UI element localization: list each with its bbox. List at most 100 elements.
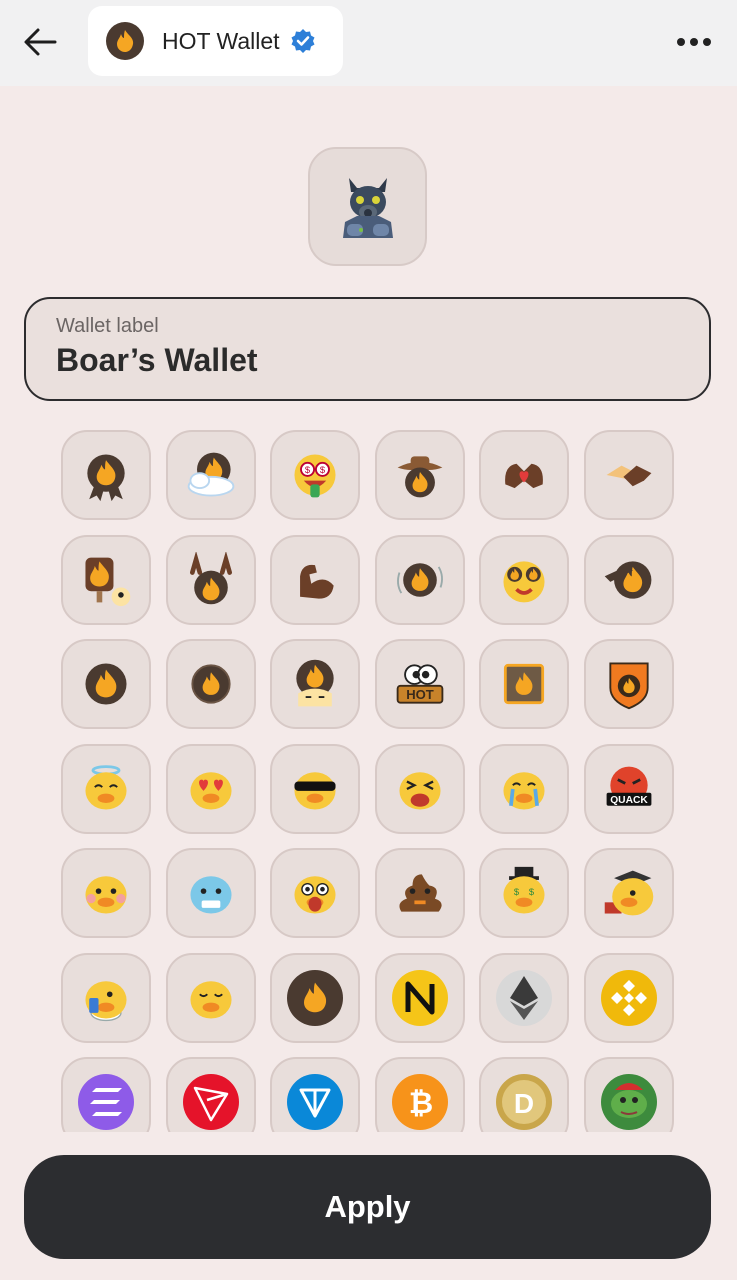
fire-cloud-icon	[187, 452, 234, 497]
avatar-option-crying-duck[interactable]	[479, 743, 569, 834]
arrow-left-icon	[24, 28, 57, 56]
avatar-option-fire-shield[interactable]	[583, 639, 674, 729]
avatar-option-rock-hands-fire[interactable]	[165, 534, 256, 625]
shocked-duck-icon	[294, 876, 336, 914]
selected-avatar[interactable]	[308, 147, 427, 266]
crying-duck-icon	[503, 771, 545, 810]
ethereum-coin-icon	[496, 969, 552, 1026]
avatar-option-fire-coin-small[interactable]	[165, 639, 256, 729]
app-title-pill[interactable]: HOT Wallet	[88, 6, 343, 76]
more-dot	[690, 38, 698, 46]
bitcoin-coin-icon: ₿	[391, 1074, 448, 1130]
avatar-option-solana-coin[interactable]	[61, 1057, 151, 1132]
svg-text:$: $	[305, 465, 311, 475]
rock-hands-fire-icon	[189, 551, 232, 604]
ton-coin-icon	[287, 1074, 343, 1130]
hot-sign-eyes-icon: HOT	[396, 664, 443, 704]
verified-badge-icon	[290, 28, 316, 54]
near-coin-icon	[391, 969, 448, 1026]
back-button[interactable]	[20, 22, 60, 62]
avatar-option-fire-ribbon[interactable]	[61, 430, 151, 520]
avatar-option-praying-duck[interactable]	[165, 952, 256, 1043]
sunglasses-duck-icon	[294, 771, 336, 810]
avatar-option-near-coin[interactable]	[374, 952, 465, 1043]
bnb-coin-icon	[600, 969, 657, 1026]
avatar-option-fire-sign-duck[interactable]	[61, 534, 151, 625]
top-bar: HOT Wallet	[0, 0, 737, 86]
boar-gasmask-icon	[342, 177, 393, 238]
tron-coin-icon	[182, 1074, 239, 1130]
svg-text:QUACK: QUACK	[610, 795, 648, 806]
solana-coin-icon	[78, 1074, 134, 1130]
avatar-option-angel-duck[interactable]	[61, 743, 151, 834]
avatar-option-tron-coin[interactable]	[165, 1057, 256, 1132]
avatar-option-pepe-coin[interactable]	[583, 1057, 674, 1132]
avatar-option-flexed-biceps[interactable]	[270, 534, 360, 625]
svg-text:$: $	[529, 887, 535, 897]
toilet-duck-icon	[85, 980, 127, 1021]
avatar-option-poop-duck[interactable]	[374, 848, 465, 938]
avatar-option-ton-coin[interactable]	[270, 1057, 360, 1132]
avatar-option-angry-quack[interactable]: QUACK	[583, 743, 674, 834]
fire-coin-small-icon	[190, 664, 231, 704]
svg-text:$: $	[320, 465, 326, 475]
avatar-option-bnb-coin[interactable]	[583, 952, 674, 1043]
avatar-option-heart-hands[interactable]	[479, 430, 569, 520]
pepe-coin-icon	[600, 1074, 657, 1130]
apply-button[interactable]: Apply	[24, 1155, 711, 1259]
flexed-biceps-icon	[300, 564, 334, 599]
salute-fire-icon	[604, 560, 651, 599]
avatar-option-spinning-fire-coin[interactable]	[374, 534, 465, 625]
money-eyes-face-icon: $ $	[294, 454, 336, 498]
avatar-option-peeking-fire[interactable]	[270, 639, 360, 729]
praying-duck-icon	[189, 980, 232, 1019]
svg-text:₿: ₿	[408, 1087, 432, 1120]
fire-square-icon	[503, 663, 545, 705]
avatar-option-toilet-duck[interactable]	[61, 952, 151, 1043]
handshake-icon	[606, 465, 651, 487]
fire-sign-duck-icon	[85, 557, 131, 606]
avatar-option-handshake[interactable]	[583, 430, 674, 520]
app-title: HOT Wallet	[162, 27, 280, 54]
freezing-duck-icon	[189, 876, 232, 914]
avatar-option-sunglasses-duck[interactable]	[270, 743, 360, 834]
more-horizontal-icon	[677, 38, 685, 46]
poop-duck-icon	[398, 874, 442, 912]
avatar-option-blushing-duck[interactable]	[61, 848, 151, 938]
hot-coin-icon	[287, 969, 343, 1026]
heart-eyes-duck-icon	[189, 771, 232, 810]
wallet-label-field[interactable]: Wallet label Boar’s Wallet	[24, 297, 711, 401]
avatar-option-freezing-duck[interactable]	[165, 848, 256, 938]
squinting-duck-icon	[398, 771, 441, 810]
avatar-option-dogecoin-coin[interactable]: D	[479, 1057, 569, 1132]
avatar-option-squinting-duck[interactable]	[374, 743, 465, 834]
avatar-option-fire-coin[interactable]	[61, 639, 151, 729]
avatar-option-hot-sign-eyes[interactable]: HOT	[374, 639, 465, 729]
avatar-option-fire-square[interactable]	[479, 639, 569, 729]
avatar-option-bitcoin-coin[interactable]: ₿	[374, 1057, 465, 1132]
more-options-button[interactable]	[672, 24, 716, 60]
angel-duck-icon	[85, 764, 127, 810]
fire-ribbon-icon	[87, 454, 125, 502]
wallet-label-caption: Wallet label	[56, 315, 159, 337]
avatar-option-graduate-duck[interactable]	[583, 848, 674, 938]
svg-text:$: $	[514, 887, 520, 897]
avatar-option-starstruck-fire[interactable]	[479, 534, 569, 625]
rich-duck-icon: $ $	[503, 866, 545, 914]
avatar-option-shocked-duck[interactable]	[270, 848, 360, 938]
starstruck-fire-icon	[503, 560, 545, 602]
avatar-option-heart-eyes-duck[interactable]	[165, 743, 256, 834]
more-dot	[703, 38, 711, 46]
cowboy-fire-icon	[397, 456, 442, 498]
dogecoin-coin-icon: D	[496, 1074, 552, 1130]
avatar-option-rich-duck[interactable]: $ $	[479, 848, 569, 938]
avatar-option-cowboy-fire[interactable]	[374, 430, 465, 520]
avatar-option-fire-cloud[interactable]	[165, 430, 256, 520]
avatar-option-money-eyes-face[interactable]: $ $	[270, 430, 360, 520]
avatar-option-salute-fire[interactable]	[583, 534, 674, 625]
graduate-duck-icon	[604, 870, 653, 916]
avatar-option-hot-coin[interactable]	[270, 952, 360, 1043]
avatar-option-ethereum-coin[interactable]	[479, 952, 569, 1043]
fire-shield-icon	[608, 662, 649, 710]
wallet-label-input[interactable]: Boar’s Wallet	[56, 342, 679, 379]
